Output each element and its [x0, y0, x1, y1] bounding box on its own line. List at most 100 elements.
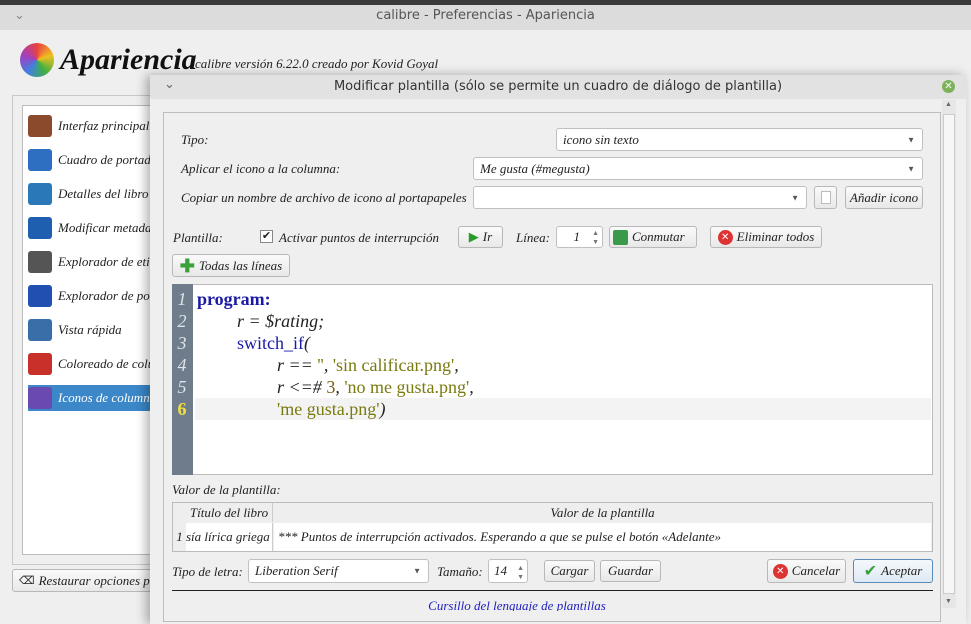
sidebar-item[interactable]: Explorador de etiquetas [28, 249, 160, 275]
template-value-label: Valor de la plantilla: [172, 482, 281, 497]
chevron-down-icon: ▼ [907, 135, 915, 144]
cancel-button[interactable]: ✕ Cancelar [767, 559, 846, 583]
window-title: calibre - Preferencias - Apariencia [376, 8, 595, 23]
sidebar-item[interactable]: Vista rápida [28, 317, 160, 343]
code-token: 'sin calificar.png' [332, 355, 455, 375]
chevron-down-icon: ▼ [413, 566, 421, 576]
cover-browser-icon [28, 285, 52, 307]
line-number[interactable]: 2 [172, 310, 192, 332]
size-spinbox[interactable]: 14 ▲ ▼ [488, 559, 528, 583]
sidebar-item-label: Detalles del libro [58, 186, 149, 201]
code-line: 'me gusta.png') [197, 398, 385, 420]
dialog-title: Modificar plantilla (sólo se permite un … [333, 79, 783, 94]
remove-icon: ✕ [717, 229, 733, 245]
code-token: , [335, 377, 345, 397]
scrollbar[interactable]: ▲ ▼ [942, 100, 956, 608]
dialog-titlebar: ⌄ Modificar plantilla (sólo se permite u… [150, 75, 966, 99]
chevron-down-icon[interactable]: ⌄ [164, 73, 175, 97]
line-number[interactable]: 3 [172, 332, 192, 354]
remove-all-button[interactable]: ✕ Eliminar todos [710, 226, 822, 248]
copy-button[interactable] [814, 186, 837, 209]
sidebar-item-label: Iconos de columnas [58, 390, 160, 405]
apply-column-label: Aplicar el icono a la columna: [181, 161, 341, 176]
scrollbar-thumb[interactable] [943, 114, 955, 594]
tutorial-link[interactable]: Cursillo del lenguaje de plantillas [172, 598, 862, 611]
chevron-down-icon: ▼ [791, 193, 799, 202]
chevron-down-icon[interactable]: ⌄ [14, 5, 25, 27]
save-button[interactable]: Guardar [600, 560, 661, 582]
sidebar-item[interactable]: Interfaz principal [28, 113, 160, 139]
code-line: r <=# 3, 'no me gusta.png', [197, 376, 474, 398]
copy-icon-label: Copiar un nombre de archivo de icono al … [181, 190, 467, 205]
code-line: program: [197, 288, 271, 310]
line-number[interactable]: 6 [172, 398, 192, 420]
type-combo[interactable]: icono sin texto ▼ [556, 128, 923, 151]
sidebar-item[interactable]: Iconos de columnas [28, 385, 160, 411]
cell-title[interactable]: sía lírica griega [186, 523, 273, 551]
code-token: 3 [326, 377, 336, 397]
sidebar-item-label: Explorador de portadas [58, 288, 160, 303]
sidebar-item[interactable]: Explorador de portadas [28, 283, 160, 309]
checkmark-icon: ✔ [863, 563, 878, 580]
divider [172, 590, 933, 591]
add-icon-button[interactable]: Añadir icono [845, 186, 923, 209]
size-label: Tamaño: [437, 564, 483, 579]
line-number[interactable]: 5 [172, 376, 192, 398]
spin-arrows-icon[interactable]: ▲ ▼ [517, 564, 524, 582]
all-lines-button[interactable]: ✚ Todas las líneas [172, 254, 290, 277]
book-icon [28, 183, 52, 205]
code-token: , [323, 355, 333, 375]
line-spinbox[interactable]: 1 ▲ ▼ [556, 226, 603, 248]
line-label: Línea: [516, 230, 550, 245]
code-line: r == '', 'sin calificar.png', [197, 354, 459, 376]
column-header-value[interactable]: Valor de la plantilla [273, 503, 932, 522]
icon-brush-icon [28, 387, 52, 409]
toggle-button[interactable]: Conmutar [609, 226, 697, 248]
code-token: ( [304, 333, 310, 353]
restore-defaults-button[interactable]: ⌫ Restaurar opciones predeterminadas [12, 569, 172, 592]
code-token: switch_if [237, 333, 304, 353]
page-title: Apariencia [60, 43, 197, 76]
column-header-title[interactable]: Título del libro [186, 503, 273, 522]
sidebar-item-label: Explorador de etiquetas [58, 254, 160, 269]
code-line: r = $rating; [197, 310, 324, 332]
accept-button[interactable]: ✔ Aceptar [853, 559, 933, 583]
breakpoints-label: Activar puntos de interrupción [279, 230, 439, 245]
go-button[interactable]: ▶ Ir [458, 226, 503, 248]
load-button[interactable]: Cargar [544, 560, 595, 582]
sidebar-item-label: Interfaz principal [58, 118, 150, 133]
toggle-icon [613, 229, 628, 245]
breakpoints-checkbox[interactable]: ✔ [260, 230, 273, 243]
backspace-icon: ⌫ [19, 575, 35, 587]
sidebar-item-label: Modificar metadatos [58, 220, 160, 235]
cell-value[interactable]: *** Puntos de interrupción activados. Es… [274, 523, 931, 551]
spin-arrows-icon[interactable]: ▲ ▼ [592, 229, 599, 247]
apply-column-combo[interactable]: Me gusta (#megusta) ▼ [473, 157, 923, 180]
code-token: program: [197, 289, 271, 309]
play-icon: ▶ [468, 229, 479, 244]
scroll-down-icon[interactable]: ▼ [945, 597, 952, 605]
results-table: Título del libro Valor de la plantilla 1… [172, 502, 933, 552]
scroll-up-icon[interactable]: ▲ [945, 100, 952, 108]
chevron-down-icon: ▼ [907, 164, 915, 173]
close-icon[interactable]: ✕ [942, 80, 955, 93]
line-number[interactable]: 4 [172, 354, 192, 376]
sidebar-item[interactable]: Detalles del libro [28, 181, 160, 207]
tag-icon [28, 251, 52, 273]
icon-file-combo[interactable]: ▼ [473, 186, 807, 209]
code-token: ) [379, 399, 386, 419]
sidebar-item[interactable]: Cuadro de portadas [28, 147, 160, 173]
type-label: Tipo: [181, 132, 209, 147]
code-token: 'me gusta.png' [277, 399, 380, 419]
font-combo[interactable]: Liberation Serif ▼ [248, 559, 429, 583]
sidebar-item[interactable]: Coloreado de columnas [28, 351, 160, 377]
line-number[interactable]: 1 [172, 288, 192, 310]
sidebar-item[interactable]: Modificar metadatos [28, 215, 160, 241]
plus-icon: ✚ [179, 255, 195, 276]
sidebar-item-label: Vista rápida [58, 322, 122, 337]
